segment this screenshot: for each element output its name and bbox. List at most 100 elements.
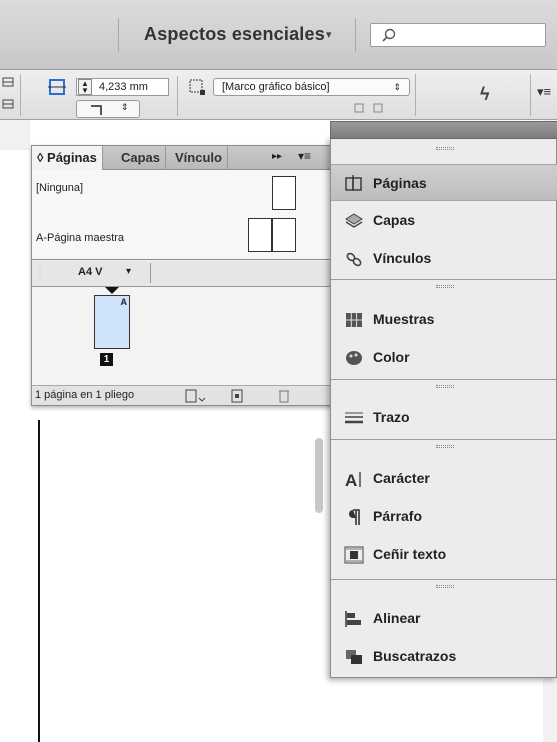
grip-icon: ⋮	[35, 267, 45, 278]
pages-status-bar: 1 página en 1 pliego	[32, 385, 332, 405]
fitting-icons[interactable]	[354, 102, 388, 114]
group-separator	[331, 279, 557, 280]
page-count-label: 1 página en 1 pliego	[35, 389, 135, 401]
group-separator	[331, 379, 557, 380]
links-icon	[346, 252, 362, 267]
control-panel: 4,233 mm ▲ ▼ ⇕ [Marco gráfico básico] ⇕ ϟ…	[0, 70, 557, 120]
master-page-icon	[272, 176, 296, 210]
group-grip[interactable]	[436, 385, 454, 388]
divider	[20, 74, 21, 116]
dock-item-label: Ceñir texto	[373, 546, 447, 562]
ruler-corner	[0, 120, 30, 150]
color-icon	[346, 351, 362, 365]
new-page-icon[interactable]	[230, 389, 244, 403]
dock-item-pathfinder[interactable]: Buscatrazos	[331, 638, 557, 675]
dock-item-paragraph[interactable]: Párrafo	[331, 498, 557, 535]
divider	[415, 74, 416, 116]
group-separator	[331, 439, 557, 440]
pages-icon	[345, 175, 362, 191]
dock-item-layers[interactable]: Capas	[331, 202, 557, 239]
dock-item-align[interactable]: Alinear	[331, 600, 557, 637]
group-grip[interactable]	[436, 147, 454, 150]
lightning-icon[interactable]: ϟ	[480, 84, 490, 105]
dock-item-label: Muestras	[373, 311, 435, 327]
corner-icon	[91, 105, 102, 115]
panel-dock: Páginas Capas Vínculos Muestras Color Tr…	[330, 121, 557, 678]
object-style-icon[interactable]	[188, 78, 206, 96]
page-size-icon[interactable]	[184, 389, 206, 403]
page-size-bar: ⋮ A4 V ▾	[32, 261, 332, 287]
search-icon	[382, 28, 396, 42]
divider	[177, 76, 178, 116]
group-separator	[331, 579, 557, 580]
panel-tab-bar: ◊ Páginas Capas Vínculo ▸▸ ▾≡	[32, 146, 332, 171]
dock-item-label: Carácter	[373, 470, 430, 486]
tab-layers[interactable]: Capas	[116, 146, 167, 170]
group-grip[interactable]	[436, 285, 454, 288]
tab-links[interactable]: Vínculo	[170, 146, 228, 170]
paragraph-icon	[349, 509, 360, 525]
page-number: 1	[100, 353, 113, 366]
character-icon: A	[345, 471, 361, 489]
dock-item-color[interactable]: Color	[331, 339, 557, 376]
stepper-arrows-icon: ⇕	[393, 82, 401, 92]
dock-item-label: Color	[373, 349, 410, 365]
divider	[150, 263, 151, 283]
page-edge	[38, 420, 40, 742]
current-page-marker-icon	[105, 287, 119, 294]
dock-item-swatches[interactable]: Muestras	[331, 301, 557, 338]
workspace-switcher[interactable]: Aspectos esenciales	[144, 24, 325, 45]
dock-item-links[interactable]: Vínculos	[331, 240, 557, 277]
master-letter: A	[120, 297, 128, 307]
scrollbar[interactable]	[315, 438, 323, 513]
pages-area: A 1	[32, 287, 332, 513]
page-thumbnail[interactable]: A	[94, 295, 130, 349]
dock-item-label: Párrafo	[373, 508, 423, 524]
dock-item-label: Páginas	[373, 175, 427, 191]
dock-item-label: Trazo	[373, 409, 410, 425]
stroke-stepper[interactable]: ▲ ▼	[78, 79, 92, 95]
align-edge-icon[interactable]	[2, 76, 16, 116]
stepper-arrows-icon: ⇕	[121, 102, 129, 112]
svg-text:A: A	[345, 471, 357, 489]
pathfinder-icon	[346, 650, 362, 664]
align-icon	[345, 611, 361, 627]
dock-item-text-wrap[interactable]: Ceñir texto	[331, 536, 557, 573]
page-size-select[interactable]: A4 V	[78, 266, 102, 278]
corner-shape-select[interactable]: ⇕	[76, 100, 140, 118]
pages-panel: ◊ Páginas Capas Vínculo ▸▸ ▾≡ [Ninguna] …	[31, 145, 333, 513]
group-grip[interactable]	[436, 445, 454, 448]
search-input[interactable]	[370, 23, 546, 47]
dock-item-label: Buscatrazos	[373, 648, 457, 664]
divider	[530, 74, 531, 116]
layers-icon	[345, 213, 363, 228]
master-spread-left-icon	[248, 218, 272, 252]
collapse-icon[interactable]: ▸▸	[272, 151, 282, 162]
object-style-select[interactable]: [Marco gráfico básico] ⇕	[213, 78, 410, 96]
divider	[118, 18, 119, 52]
tab-pages[interactable]: ◊ Páginas	[32, 146, 103, 171]
group-grip[interactable]	[436, 585, 454, 588]
dock-item-label: Alinear	[373, 610, 421, 626]
dock-item-label: Capas	[373, 212, 416, 228]
stroke-weight-icon	[48, 79, 66, 95]
divider	[355, 18, 356, 52]
master-spread-right-icon	[272, 218, 296, 252]
panel-menu-icon[interactable]: ▾≡	[537, 84, 551, 100]
dock-item-label: Vínculos	[373, 250, 432, 266]
panel-menu-icon[interactable]: ▾≡	[298, 149, 311, 163]
chevron-down-icon[interactable]: ▾	[126, 266, 131, 277]
swatches-icon	[346, 313, 362, 327]
text-wrap-icon	[344, 546, 364, 564]
dock-item-character[interactable]: A Carácter	[331, 460, 557, 497]
dock-item-pages[interactable]: Páginas	[331, 164, 557, 201]
trash-icon[interactable]	[278, 388, 290, 403]
masters-list: [Ninguna] A-Página maestra	[32, 170, 332, 260]
master-label: A-Página maestra	[36, 232, 125, 244]
stroke-icon	[345, 412, 363, 424]
dock-header[interactable]	[330, 121, 557, 139]
object-style-value: [Marco gráfico básico]	[222, 81, 330, 93]
master-label: [Ninguna]	[36, 182, 84, 194]
dock-item-stroke[interactable]: Trazo	[331, 399, 557, 436]
chevron-down-icon[interactable]: ▾	[326, 28, 332, 41]
